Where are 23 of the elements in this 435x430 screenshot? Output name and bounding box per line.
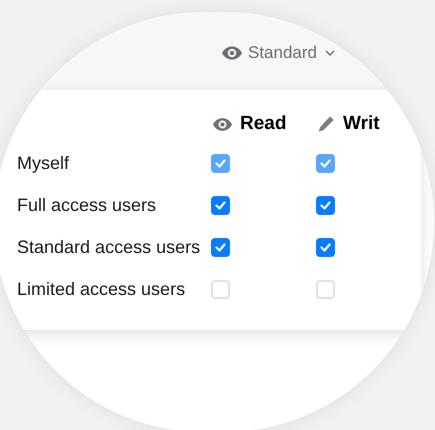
checkbox[interactable] [316, 196, 335, 214]
column-header: Writ [343, 112, 380, 136]
eye-icon [213, 118, 232, 130]
row-label: Full access users [16, 194, 158, 216]
pencil-icon [317, 115, 335, 133]
row-label: Myself [16, 152, 70, 175]
checkbox[interactable] [316, 238, 335, 256]
check-icon [320, 200, 331, 210]
check-icon [320, 158, 331, 168]
checkbox[interactable] [316, 280, 335, 298]
check-icon [215, 242, 226, 252]
column-header: Read [240, 112, 286, 136]
check-icon [320, 242, 331, 252]
check-icon [215, 200, 226, 210]
row-label: Standard access users [16, 236, 202, 258]
eye-icon [222, 46, 242, 60]
checkbox[interactable] [211, 280, 230, 298]
row-label: Limited access users [16, 278, 186, 300]
checkbox[interactable] [211, 238, 230, 256]
checkbox[interactable] [211, 196, 230, 214]
check-icon [215, 158, 226, 168]
chevron-down-icon [325, 50, 335, 56]
access-level-dropdown[interactable]: Standard [222, 40, 335, 66]
